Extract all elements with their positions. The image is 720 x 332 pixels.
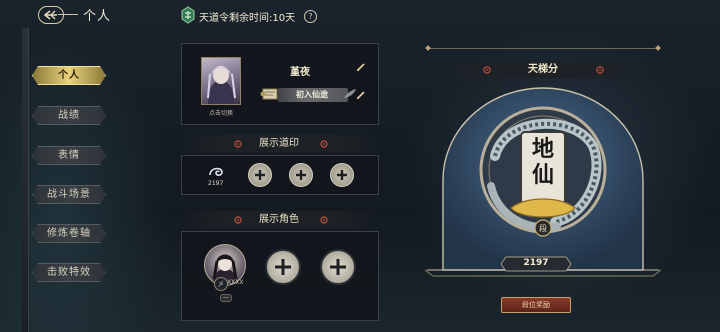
sidebar-item-record[interactable]: 战绩: [32, 106, 106, 125]
sidebar-item-defeat-effect[interactable]: 击败特效: [32, 263, 106, 282]
top-bar: 个人 天道令剩余时间:10天 ?: [0, 0, 720, 30]
ladder-score: 2197: [523, 258, 549, 268]
plus-icon: [255, 170, 265, 180]
rank-reward-button[interactable]: 段位奖励: [501, 297, 571, 313]
characters-heading-text: 展示角色: [259, 214, 299, 225]
rank-char-2: 仙: [531, 162, 554, 188]
seal-slot-4[interactable]: [330, 163, 354, 187]
heading-ornament-left: [234, 216, 242, 224]
tiandao-token-icon: [181, 6, 195, 24]
back-button[interactable]: [38, 6, 64, 24]
seals-heading-text: 展示道印: [259, 138, 299, 149]
sidebar-item-cultivation-scroll[interactable]: 修炼卷轴: [32, 224, 106, 243]
sidebar-rail: [22, 28, 29, 332]
character-slot-3[interactable]: [320, 249, 356, 285]
rank-name: 地 仙: [521, 136, 565, 188]
seals-heading: 展示道印: [181, 135, 377, 152]
plus-icon: [337, 170, 347, 180]
edit-title-icon[interactable]: [356, 90, 366, 100]
avatar-caption: 点击切换: [208, 110, 233, 117]
ladder-heading-text: 天梯分: [528, 64, 558, 75]
heading-ornament-right: [596, 66, 604, 74]
character-slot-2[interactable]: [265, 249, 301, 285]
player-title-plate: 初入仙途: [260, 88, 356, 102]
character-badge: 㐅: [214, 277, 228, 291]
sidebar-item-battle-scene[interactable]: 战斗场景: [32, 185, 106, 204]
sidebar-item-profile[interactable]: 个人: [32, 66, 106, 85]
heading-ornament-right: [320, 140, 328, 148]
player-title: 初入仙途: [296, 90, 328, 99]
seal-slot-2[interactable]: [248, 163, 272, 187]
player-avatar[interactable]: [201, 57, 241, 105]
plus-icon: [296, 170, 306, 180]
rank-tier: 段: [539, 224, 547, 233]
avatar-portrait: [207, 66, 236, 104]
seal-value: 2197: [208, 180, 224, 187]
edit-name-icon[interactable]: [356, 62, 366, 72]
ladder-top-line: [428, 48, 658, 49]
back-arrow-icon: [44, 10, 57, 20]
ladder-heading: 天梯分: [438, 62, 648, 78]
remove-character-button[interactable]: —: [220, 294, 232, 302]
title-divider: [58, 14, 78, 15]
rank-char-1: 地: [531, 136, 554, 162]
seal-slot-3[interactable]: [289, 163, 313, 187]
page-title: 个人: [83, 9, 112, 24]
characters-heading: 展示角色: [181, 211, 377, 228]
plus-icon: [330, 259, 346, 275]
seal-emblem-icon[interactable]: [207, 163, 225, 179]
heading-ornament-left: [483, 66, 491, 74]
tiandao-timer: 天道令剩余时间:10天: [199, 13, 296, 24]
player-name: 堇夜: [290, 67, 310, 78]
help-icon[interactable]: ?: [304, 10, 317, 23]
sidebar-item-emotes[interactable]: 表情: [32, 146, 106, 165]
heading-ornament-left: [234, 140, 242, 148]
heading-ornament-right: [320, 216, 328, 224]
plus-icon: [275, 259, 291, 275]
character-id: XXXX: [227, 279, 244, 286]
